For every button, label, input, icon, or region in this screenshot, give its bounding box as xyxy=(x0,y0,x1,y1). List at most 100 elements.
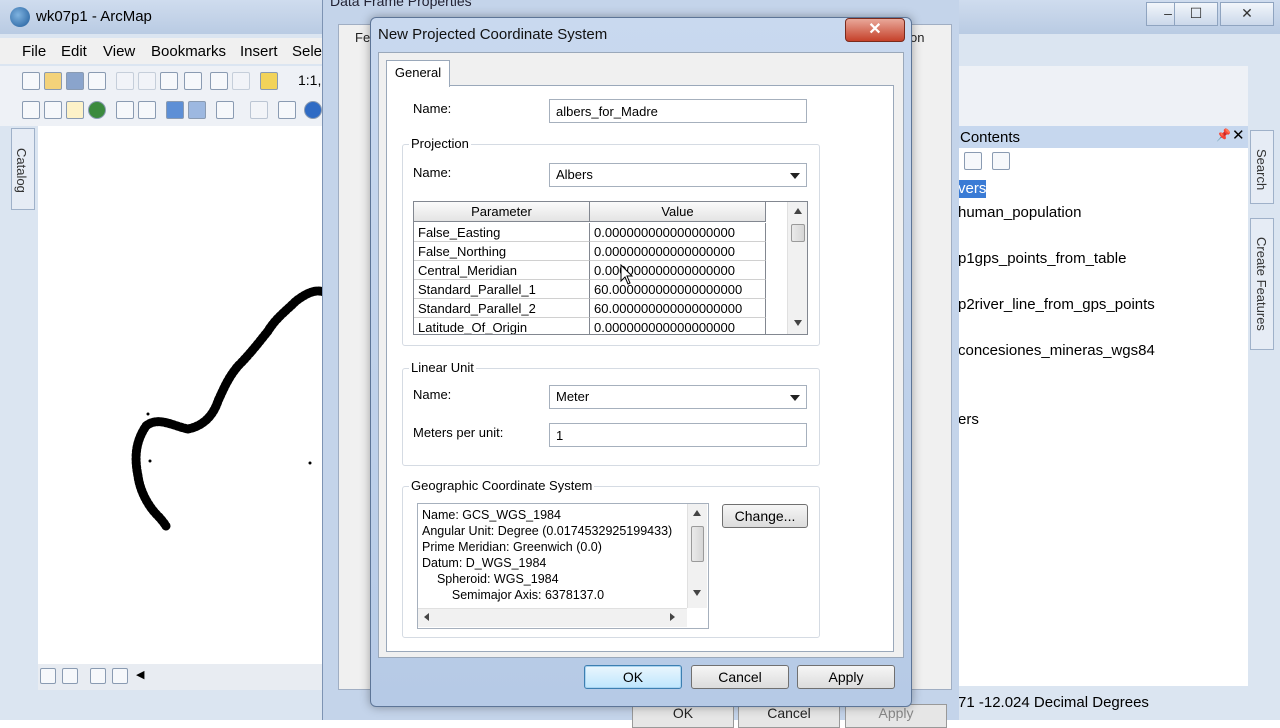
select-elements-icon[interactable] xyxy=(278,101,296,119)
ok-button[interactable]: OK xyxy=(584,665,682,689)
linear-unit-dropdown[interactable]: Meter xyxy=(549,385,807,409)
linear-unit-name-label: Name: xyxy=(413,387,452,402)
map-scale[interactable]: 1:1, xyxy=(298,72,321,88)
data-view-icon[interactable] xyxy=(40,668,56,684)
menu-edit[interactable]: Edit xyxy=(61,43,87,60)
mouse-cursor-icon xyxy=(620,264,634,285)
search-tab-label: Search xyxy=(1254,149,1269,191)
linear-unit-group-title: Linear Unit xyxy=(409,360,476,375)
close-toc-icon[interactable]: ✕ xyxy=(1232,126,1245,144)
scroll-down-icon[interactable] xyxy=(794,320,802,326)
menu-bookmarks[interactable]: Bookmarks xyxy=(151,43,226,60)
dialog-title: New Projected Coordinate System xyxy=(378,26,608,43)
scroll-left-icon[interactable] xyxy=(424,613,429,621)
dfp-tab-features[interactable]: Fe xyxy=(355,30,370,48)
pause-drawing-icon[interactable] xyxy=(112,668,128,684)
list-by-source-icon[interactable] xyxy=(992,152,1010,170)
maximize-button[interactable]: ☐ xyxy=(1174,2,1218,26)
scroll-thumb[interactable] xyxy=(791,224,805,242)
dfp-cancel-button[interactable]: Cancel xyxy=(738,704,840,728)
map-view[interactable] xyxy=(38,126,328,666)
layers-group[interactable]: vers xyxy=(958,180,986,198)
linear-unit-value: Meter xyxy=(556,389,590,404)
delete-icon[interactable] xyxy=(184,72,202,90)
save-icon[interactable] xyxy=(66,72,84,90)
layout-view-icon[interactable] xyxy=(62,668,78,684)
dialog-close-button[interactable]: ✕ xyxy=(845,18,905,42)
zoom-in-icon[interactable] xyxy=(22,101,40,119)
meters-per-unit-input[interactable]: 1 xyxy=(549,423,807,447)
scroll-right-icon[interactable] xyxy=(670,613,675,621)
full-extent-icon[interactable] xyxy=(88,101,106,119)
tab-general[interactable]: General xyxy=(386,60,450,87)
cut-icon[interactable] xyxy=(116,72,134,90)
toc-layer-item[interactable]: p1gps_points_from_table xyxy=(958,250,1126,267)
clear-selection-icon[interactable] xyxy=(250,101,268,119)
menu-file[interactable]: File xyxy=(22,43,46,60)
create-features-tab[interactable]: Create Features xyxy=(1250,218,1274,350)
pan-icon[interactable] xyxy=(66,101,84,119)
table-scrollbar[interactable] xyxy=(787,202,807,334)
apply-button[interactable]: Apply xyxy=(797,665,895,689)
toc-layer-item[interactable]: p2river_line_from_gps_points xyxy=(958,296,1155,313)
pin-icon[interactable]: 📌 xyxy=(1216,128,1231,142)
gcs-horizontal-scrollbar[interactable] xyxy=(418,608,687,627)
fixed-zoom-out-icon[interactable] xyxy=(138,101,156,119)
value-cell[interactable]: 60.000000000000000000 xyxy=(590,280,766,299)
toc-layer-item[interactable]: ers xyxy=(958,411,979,428)
copy-icon[interactable] xyxy=(138,72,156,90)
gcs-vertical-scrollbar[interactable] xyxy=(687,504,707,608)
scroll-up-icon[interactable] xyxy=(693,510,701,516)
dfp-apply-button[interactable]: Apply xyxy=(845,704,947,728)
toc-layer-item[interactable]: human_population xyxy=(958,204,1081,221)
arcmap-icon xyxy=(10,7,30,27)
projection-name-dropdown[interactable]: Albers xyxy=(549,163,807,187)
select-features-icon[interactable] xyxy=(216,101,234,119)
parameters-table[interactable]: Parameter Value False_Easting 0.00000000… xyxy=(413,201,808,335)
value-cell[interactable]: 0.000000000000000000 xyxy=(590,318,766,334)
dfp-ok-button[interactable]: OK xyxy=(632,704,734,728)
column-header-parameter[interactable]: Parameter xyxy=(414,202,590,222)
cancel-button[interactable]: Cancel xyxy=(691,665,789,689)
gcs-details-box[interactable]: Name: GCS_WGS_1984 Angular Unit: Degree … xyxy=(417,503,709,629)
name-input[interactable]: albers_for_Madre xyxy=(549,99,807,123)
forward-extent-icon[interactable] xyxy=(188,101,206,119)
value-cell[interactable]: 0.000000000000000000 xyxy=(590,223,766,242)
dfp-tab-annotation[interactable]: on xyxy=(910,30,924,48)
river-line-map xyxy=(131,286,328,531)
add-data-icon[interactable] xyxy=(260,72,278,90)
projection-name-value: Albers xyxy=(556,167,593,182)
menu-selection[interactable]: Sele xyxy=(292,43,322,60)
toc-layer-item[interactable]: concesiones_mineras_wgs84 xyxy=(958,342,1155,359)
refresh-icon[interactable] xyxy=(90,668,106,684)
value-cell[interactable]: 0.000000000000000000 xyxy=(590,242,766,261)
param-cell: False_Northing xyxy=(414,242,590,261)
change-gcs-button[interactable]: Change... xyxy=(722,504,808,528)
value-cell[interactable]: 0.000000000000000000 xyxy=(590,261,766,280)
close-window-button[interactable]: ✕ xyxy=(1220,2,1274,26)
search-tab[interactable]: Search xyxy=(1250,130,1274,204)
editor-toolbar xyxy=(958,66,1248,126)
menu-insert[interactable]: Insert xyxy=(240,43,278,60)
value-cell[interactable]: 60.000000000000000000 xyxy=(590,299,766,318)
zoom-out-icon[interactable] xyxy=(44,101,62,119)
list-by-drawing-order-icon[interactable] xyxy=(964,152,982,170)
fixed-zoom-in-icon[interactable] xyxy=(116,101,134,119)
menu-view[interactable]: View xyxy=(103,43,135,60)
undo-icon[interactable] xyxy=(210,72,228,90)
param-cell: False_Easting xyxy=(414,223,590,242)
open-folder-icon[interactable] xyxy=(44,72,62,90)
scroll-down-icon[interactable] xyxy=(693,590,701,596)
paste-icon[interactable] xyxy=(160,72,178,90)
scroll-thumb[interactable] xyxy=(691,526,704,562)
print-icon[interactable] xyxy=(88,72,106,90)
new-document-icon[interactable] xyxy=(22,72,40,90)
back-extent-icon[interactable] xyxy=(166,101,184,119)
scroll-left-icon[interactable]: ◀ xyxy=(136,668,144,681)
redo-icon[interactable] xyxy=(232,72,250,90)
column-header-value[interactable]: Value xyxy=(590,202,766,222)
scroll-up-icon[interactable] xyxy=(794,208,802,214)
window-title: wk07p1 - ArcMap xyxy=(36,8,152,25)
identify-icon[interactable] xyxy=(304,101,322,119)
param-cell: Standard_Parallel_2 xyxy=(414,299,590,318)
